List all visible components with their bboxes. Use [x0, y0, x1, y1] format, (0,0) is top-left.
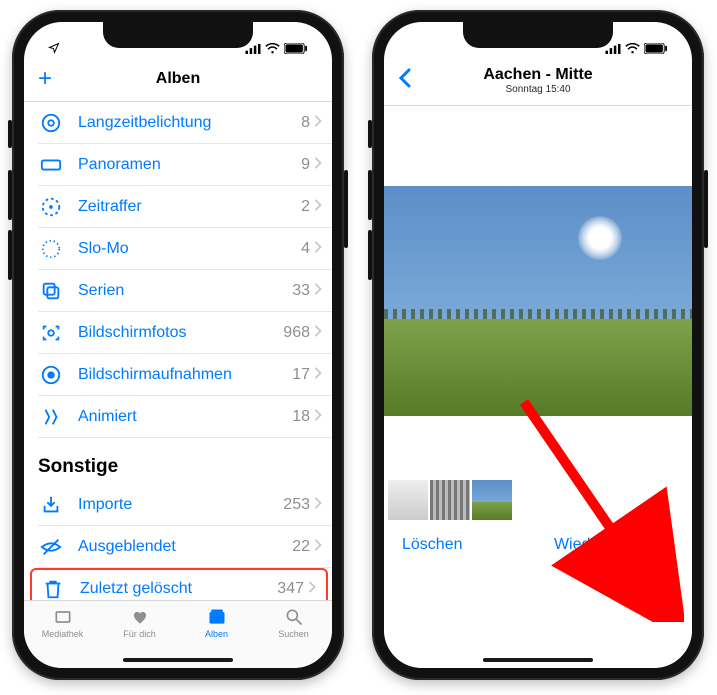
trash-icon [40, 576, 66, 600]
row-label: Langzeitbelichtung [78, 114, 301, 132]
tab-albums[interactable]: Alben [178, 607, 255, 639]
notch [463, 22, 613, 48]
tab-foryou[interactable]: Für dich [101, 607, 178, 639]
row-count: 968 [283, 324, 310, 342]
phone-right: Aachen - Mitte Sonntag 15:40 Löschen W [372, 10, 704, 680]
row-label: Slo-Mo [78, 240, 301, 258]
chevron-right-icon [314, 366, 322, 384]
row-imports[interactable]: Importe 253 [38, 484, 332, 526]
chevron-right-icon [314, 114, 322, 132]
restore-button[interactable]: Wiederherstellen [554, 536, 674, 554]
panorama-icon [38, 152, 64, 178]
row-label: Importe [78, 496, 283, 514]
timelapse-icon [38, 194, 64, 220]
row-count: 2 [301, 198, 310, 216]
animated-icon [38, 404, 64, 430]
chevron-right-icon [314, 198, 322, 216]
row-count: 4 [301, 240, 310, 258]
section-other: Sonstige [38, 438, 332, 484]
chevron-right-icon [314, 496, 322, 514]
signal-icon [605, 44, 621, 54]
page-title: Alben [156, 70, 200, 88]
add-button[interactable]: + [38, 65, 52, 93]
slomo-icon [38, 236, 64, 262]
battery-icon [644, 43, 668, 54]
chevron-right-icon [314, 156, 322, 174]
row-panorama[interactable]: Panoramen 9 [38, 144, 332, 186]
chevron-right-icon [314, 240, 322, 258]
photo-viewer[interactable]: Löschen Wiederherstellen [384, 106, 692, 668]
screen-right: Aachen - Mitte Sonntag 15:40 Löschen W [384, 22, 692, 668]
sun-icon [578, 216, 622, 260]
row-count: 8 [301, 114, 310, 132]
row-count: 33 [292, 282, 310, 300]
photo-main[interactable] [384, 186, 692, 416]
row-label: Animiert [78, 408, 292, 426]
row-count: 18 [292, 408, 310, 426]
chevron-right-icon [314, 282, 322, 300]
battery-icon [284, 43, 308, 54]
import-icon [38, 492, 64, 518]
chevron-right-icon [314, 408, 322, 426]
row-label: Serien [78, 282, 292, 300]
hidden-icon [38, 534, 64, 560]
nav-bar: Aachen - Mitte Sonntag 15:40 [384, 56, 692, 106]
screenrec-icon [38, 362, 64, 388]
screen-left: + Alben Langzeitbelichtung 8 Panoramen 9… [24, 22, 332, 668]
thumbnail-strip[interactable] [384, 476, 692, 520]
page-subtitle: Sonntag 15:40 [483, 84, 592, 95]
phone-left: + Alben Langzeitbelichtung 8 Panoramen 9… [12, 10, 344, 680]
long-exposure-icon [38, 110, 64, 136]
row-count: 17 [292, 366, 310, 384]
tab-label: Suchen [278, 629, 309, 639]
delete-button[interactable]: Löschen [402, 536, 463, 554]
chevron-right-icon [308, 580, 316, 598]
notch [103, 22, 253, 48]
location-icon [48, 42, 60, 54]
wifi-icon [265, 43, 280, 54]
row-timelapse[interactable]: Zeitraffer 2 [38, 186, 332, 228]
nav-bar: + Alben [24, 56, 332, 102]
thumbnail[interactable] [388, 480, 428, 520]
tab-label: Mediathek [42, 629, 84, 639]
home-indicator[interactable] [123, 658, 233, 662]
row-label: Zuletzt gelöscht [80, 580, 277, 598]
wifi-icon [625, 43, 640, 54]
row-recently-deleted[interactable]: Zuletzt gelöscht 347 [30, 568, 328, 600]
album-list[interactable]: Langzeitbelichtung 8 Panoramen 9 Zeitraf… [24, 102, 332, 600]
bottom-toolbar: Löschen Wiederherstellen [384, 520, 692, 578]
tab-label: Alben [205, 629, 228, 639]
row-hidden[interactable]: Ausgeblendet 22 [38, 526, 332, 568]
row-animated[interactable]: Animiert 18 [38, 396, 332, 438]
row-slomo[interactable]: Slo-Mo 4 [38, 228, 332, 270]
row-label: Zeitraffer [78, 198, 301, 216]
row-count: 22 [292, 538, 310, 556]
tab-library[interactable]: Mediathek [24, 607, 101, 639]
row-count: 347 [277, 580, 304, 598]
thumbnail-selected[interactable] [472, 480, 512, 520]
chevron-left-icon [398, 68, 412, 88]
tab-search[interactable]: Suchen [255, 607, 332, 639]
back-button[interactable] [398, 67, 412, 95]
signal-icon [245, 44, 261, 54]
row-label: Bildschirmaufnahmen [78, 366, 292, 384]
row-burst[interactable]: Serien 33 [38, 270, 332, 312]
row-label: Bildschirmfotos [78, 324, 283, 342]
screenshot-icon [38, 320, 64, 346]
tab-label: Für dich [123, 629, 156, 639]
row-long-exposure[interactable]: Langzeitbelichtung 8 [38, 102, 332, 144]
row-screenrecordings[interactable]: Bildschirmaufnahmen 17 [38, 354, 332, 396]
row-count: 9 [301, 156, 310, 174]
row-screenshots[interactable]: Bildschirmfotos 968 [38, 312, 332, 354]
chevron-right-icon [314, 324, 322, 342]
row-label: Ausgeblendet [78, 538, 292, 556]
chevron-right-icon [314, 538, 322, 556]
page-title: Aachen - Mitte [483, 66, 592, 84]
thumbnail[interactable] [430, 480, 470, 520]
row-count: 253 [283, 496, 310, 514]
burst-icon [38, 278, 64, 304]
row-label: Panoramen [78, 156, 301, 174]
home-indicator[interactable] [483, 658, 593, 662]
